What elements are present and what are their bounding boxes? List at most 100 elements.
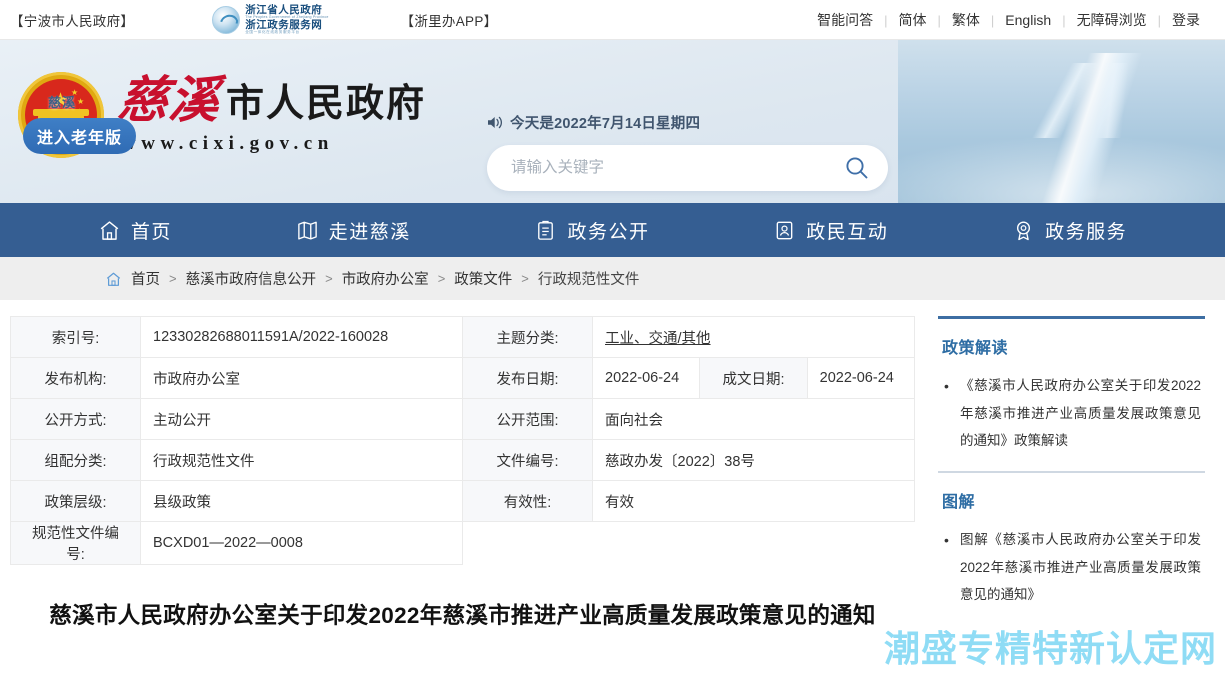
meta-label-pubdate: 发布日期:: [462, 357, 593, 399]
meta-value-docdate: 2022-06-24: [806, 357, 916, 399]
search-bar[interactable]: [487, 145, 888, 191]
breadcrumb-item-2[interactable]: 市政府办公室: [342, 268, 429, 289]
zhelib-app-link[interactable]: 【浙里办APP】: [401, 10, 498, 30]
meta-value-policy-level: 县级政策: [140, 480, 463, 522]
breadcrumb-separator: >: [169, 271, 177, 286]
table-row: 政策层级: 县级政策 有效性: 有效: [10, 480, 915, 522]
zhejiang-logo-icon: [212, 5, 241, 34]
meta-label-disclosure-type: 公开方式:: [10, 398, 141, 440]
top-bar-right: 智能问答 | 简体 | 繁体 | English | 无障碍浏览 | 登录: [806, 0, 1211, 40]
table-row: 索引号: 12330282688011591A/2022-160028 主题分类…: [10, 316, 915, 358]
top-link-accessibility[interactable]: 无障碍浏览: [1066, 10, 1158, 30]
zhejiang-logo-text: 浙江省人民政府 The Peoples Government of Zhejia…: [245, 4, 328, 35]
ningbo-gov-link[interactable]: 【宁波市人民政府】: [10, 10, 134, 30]
sidebar-heading-infographic: 图解: [942, 494, 976, 512]
nav-label-about-cixi: 走进慈溪: [328, 221, 411, 243]
map-icon: [296, 219, 319, 242]
search-button[interactable]: [842, 153, 872, 183]
today-row: 今天是2022年7月14日星期四: [487, 112, 887, 133]
meta-label-policy-level: 政策层级:: [10, 480, 141, 522]
today-date-text: 今天是2022年7月14日星期四: [510, 116, 701, 132]
sidebar-divider: [938, 471, 1205, 474]
top-link-traditional[interactable]: 繁体: [941, 10, 991, 30]
nav-item-interaction[interactable]: 政民互动: [773, 217, 888, 244]
badge-icon: [1012, 219, 1035, 242]
table-row: 规范性文件编号: BCXD01—2022—0008: [10, 521, 915, 565]
home-icon: [105, 271, 122, 287]
meta-empty-cell: [462, 521, 915, 565]
nav-item-about-cixi[interactable]: 走进慈溪: [296, 217, 411, 244]
meta-label-agency: 发布机构:: [10, 357, 141, 399]
meta-value-disclosure-type: 主动公开: [140, 398, 463, 440]
breadcrumb-separator: >: [325, 271, 333, 286]
meta-value-docnumber: 慈政办发〔2022〕38号: [592, 439, 915, 481]
sidebar-link-infographic-0[interactable]: 图解《慈溪市人民政府办公室关于印发2022年慈溪市推进产业高质量发展政策意见的通…: [960, 532, 1201, 602]
breadcrumb: 首页 > 慈溪市政府信息公开 > 市政府办公室 > 政策文件 > 行政规范性文件: [0, 257, 1225, 300]
logo-city-name: 慈溪: [115, 72, 223, 128]
search-input[interactable]: [511, 159, 842, 177]
sidebar-heading-policy-interpretation: 政策解读: [942, 340, 1009, 357]
zhejiang-logo-line2: 浙江政务服务网: [245, 18, 323, 31]
nav-label-gov-service: 政务服务: [1045, 221, 1128, 243]
logo-gov-name: 市人民政府: [226, 83, 427, 125]
nav-item-gov-open[interactable]: 政务公开: [534, 217, 649, 244]
meta-value-pubdate: 2022-06-24: [591, 357, 701, 399]
sidebar-list-policy-interpretation: 《慈溪市人民政府办公室关于印发2022年慈溪市推进产业高质量发展政策意见的通知》…: [938, 372, 1205, 471]
breadcrumb-item-3[interactable]: 政策文件: [454, 268, 512, 289]
top-link-english[interactable]: English: [994, 12, 1062, 28]
zhejiang-service-logo[interactable]: 浙江省人民政府 The Peoples Government of Zhejia…: [212, 4, 328, 35]
meta-label-topic: 主题分类:: [462, 316, 593, 358]
top-link-login[interactable]: 登录: [1161, 10, 1211, 30]
nav-item-home[interactable]: 首页: [98, 217, 172, 244]
main-navigation: 首页 走进慈溪 政务公开 政民互动 政务服务: [0, 203, 1225, 257]
table-row: 发布机构: 市政府办公室 发布日期: 2022-06-24 成文日期: 2022…: [10, 357, 916, 399]
top-bar: 【宁波市人民政府】 浙江省人民政府 The Peoples Government…: [0, 0, 1225, 40]
meta-value-agency: 市政府办公室: [140, 357, 463, 399]
user-card-icon: [773, 219, 796, 242]
site-header: 慈溪 进入老年版 ★ ★ ★ ★ ★ 慈溪 市人民政府 www.cixi.gov…: [0, 40, 1225, 203]
meta-label-regdoc-number: 规范性文件编号:: [10, 521, 141, 565]
home-icon: [98, 219, 121, 242]
meta-label-validity: 有效性:: [462, 480, 593, 522]
sidebar-link-policy-interpretation-0[interactable]: 《慈溪市人民政府办公室关于印发2022年慈溪市推进产业高质量发展政策意见的通知》…: [960, 378, 1201, 448]
breadcrumb-item-1[interactable]: 慈溪市政府信息公开: [186, 268, 317, 289]
nav-label-interaction: 政民互动: [806, 221, 889, 243]
site-logo-text: 慈溪 市人民政府 www.cixi.gov.cn: [115, 72, 427, 155]
document-meta-table: 索引号: 12330282688011591A/2022-160028 主题分类…: [10, 316, 916, 565]
speaker-icon: [487, 115, 504, 130]
meta-label-docnumber: 文件编号:: [462, 439, 593, 481]
sidebar-section-policy-interpretation: 政策解读 《慈溪市人民政府办公室关于印发2022年慈溪市推进产业高质量发展政策意…: [930, 316, 1213, 471]
page-title: 慈溪市人民政府办公室关于印发2022年慈溪市推进产业高质量发展政策意见的通知: [49, 603, 876, 628]
meta-label-category: 组配分类:: [10, 439, 141, 481]
banner-watermark: 慈溪: [48, 95, 77, 110]
clipboard-icon: [534, 219, 557, 242]
list-item[interactable]: 《慈溪市人民政府办公室关于印发2022年慈溪市推进产业高质量发展政策意见的通知》…: [942, 372, 1201, 455]
bridge-photo: [898, 40, 1225, 203]
list-item[interactable]: 图解《慈溪市人民政府办公室关于印发2022年慈溪市推进产业高质量发展政策意见的通…: [942, 526, 1201, 609]
meta-label-index: 索引号:: [10, 316, 141, 358]
sidebar: 政策解读 《慈溪市人民政府办公室关于印发2022年慈溪市推进产业高质量发展政策意…: [918, 316, 1213, 637]
logo-url: www.cixi.gov.cn: [122, 133, 334, 154]
meta-value-category: 行政规范性文件: [140, 439, 463, 481]
breadcrumb-item-0[interactable]: 首页: [131, 268, 160, 289]
main-column: 索引号: 12330282688011591A/2022-160028 主题分类…: [0, 316, 918, 637]
page-content: 索引号: 12330282688011591A/2022-160028 主题分类…: [0, 300, 1225, 637]
sidebar-divider: [938, 316, 1205, 319]
search-icon: [846, 157, 868, 179]
nav-label-gov-open: 政务公开: [567, 221, 650, 243]
top-bar-left: 【宁波市人民政府】 浙江省人民政府 The Peoples Government…: [0, 4, 498, 35]
top-link-simplified[interactable]: 简体: [888, 10, 938, 30]
nav-label-home: 首页: [130, 221, 172, 243]
meta-label-scope: 公开范围:: [462, 398, 593, 440]
sidebar-list-infographic: 图解《慈溪市人民政府办公室关于印发2022年慈溪市推进产业高质量发展政策意见的通…: [938, 526, 1205, 625]
senior-mode-button[interactable]: 进入老年版: [23, 118, 136, 154]
meta-value-validity: 有效: [592, 480, 915, 522]
zhejiang-logo-line2-sub: 全国一体化在线政务服务平台: [245, 29, 300, 34]
meta-value-regdoc-number: BCXD01—2022—0008: [140, 521, 463, 565]
table-row: 组配分类: 行政规范性文件 文件编号: 慈政办发〔2022〕38号: [10, 439, 915, 481]
top-link-smart-qa[interactable]: 智能问答: [806, 10, 884, 30]
header-center: 今天是2022年7月14日星期四: [487, 112, 888, 191]
meta-value-topic[interactable]: 工业、交通/其他: [592, 316, 915, 358]
nav-item-gov-service[interactable]: 政务服务: [1012, 217, 1127, 244]
meta-label-docdate: 成文日期:: [699, 357, 808, 399]
